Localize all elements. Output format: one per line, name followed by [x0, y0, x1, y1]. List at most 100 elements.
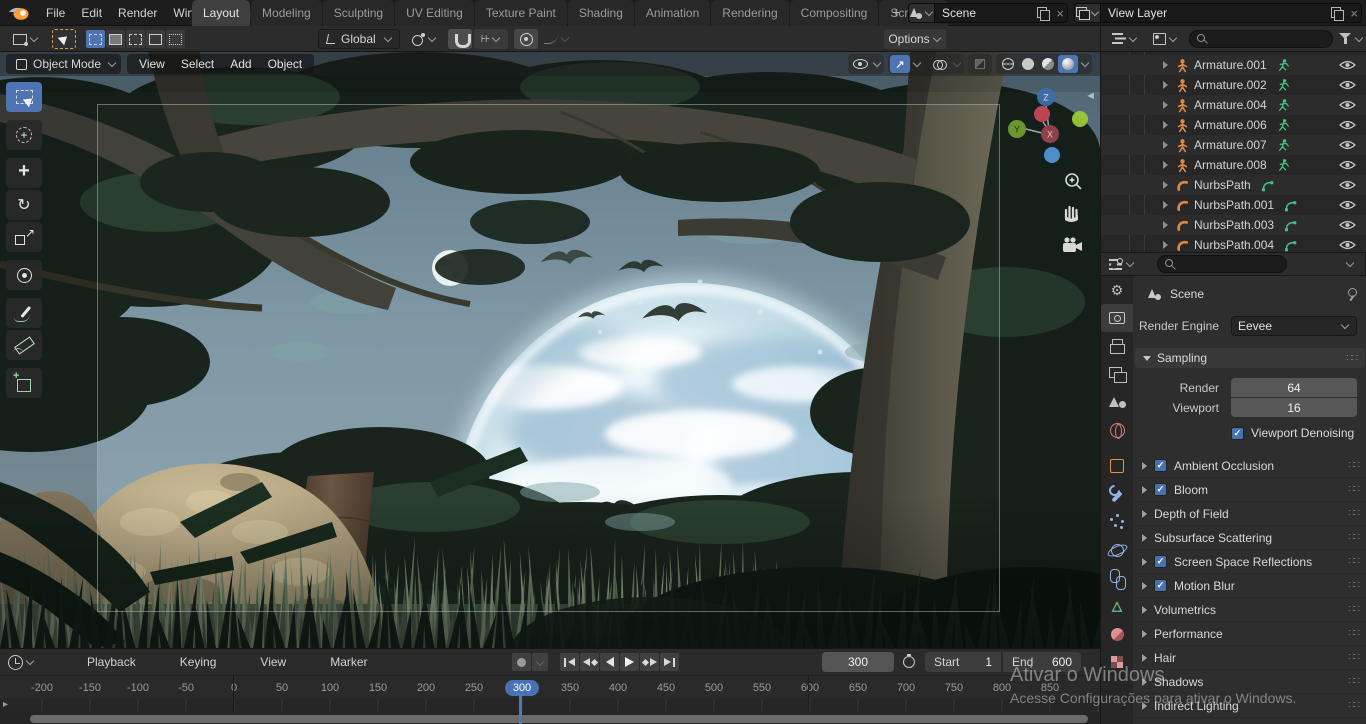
transport-button[interactable] — [600, 653, 619, 671]
ruler-tick[interactable]: -100 — [114, 682, 162, 694]
editor-type-button[interactable] — [6, 29, 46, 49]
ruler-tick[interactable]: -150 — [66, 682, 114, 694]
outliner-search[interactable] — [1189, 30, 1333, 48]
viewport-menu-item[interactable]: Add — [222, 57, 259, 71]
ruler-tick[interactable]: -50 — [162, 682, 210, 694]
expand-icon[interactable] — [1142, 702, 1147, 710]
outliner-item-name[interactable]: NurbsPath — [1194, 178, 1251, 192]
properties-tab[interactable] — [1101, 452, 1133, 480]
panel-section[interactable]: ✓ Ambient Occlusion ∷∷ — [1133, 454, 1366, 478]
tool-button[interactable] — [6, 330, 42, 360]
tool-button[interactable] — [6, 368, 42, 398]
menu-item[interactable]: Edit — [73, 0, 110, 26]
playhead[interactable] — [519, 695, 522, 724]
tool-button[interactable] — [6, 82, 42, 112]
properties-tab[interactable] — [1101, 564, 1133, 592]
expand-icon[interactable] — [1142, 678, 1147, 686]
eye-icon[interactable] — [1339, 239, 1356, 251]
shading-solid-button[interactable] — [1018, 55, 1038, 73]
curve-data-icon[interactable] — [1283, 218, 1298, 233]
workspace-tab[interactable]: Sculpting — [323, 0, 394, 26]
expand-icon[interactable] — [1163, 241, 1168, 249]
options-dropdown[interactable]: Options — [884, 29, 946, 49]
expand-icon[interactable] — [1163, 221, 1168, 229]
panel-section[interactable]: ✓ Depth of Field ∷∷ — [1133, 502, 1366, 526]
expand-icon[interactable] — [1142, 606, 1147, 614]
curve-data-icon[interactable] — [1283, 238, 1298, 253]
close-icon[interactable]: × — [1347, 7, 1361, 20]
snap-target-dropdown[interactable]: ⊦⊦ — [474, 29, 508, 49]
properties-tab[interactable] — [1101, 620, 1133, 648]
timeline-menu-item[interactable]: Marker — [330, 655, 367, 669]
outliner-item-name[interactable]: Armature.004 — [1194, 98, 1267, 112]
select-mode-lasso[interactable] — [146, 30, 165, 48]
expand-icon[interactable] — [1142, 630, 1147, 638]
panel-section[interactable]: ✓ Bloom ∷∷ — [1133, 478, 1366, 502]
properties-tab[interactable] — [1101, 332, 1133, 360]
auto-key-button[interactable] — [512, 653, 531, 671]
transform-orientation-dropdown[interactable]: Global — [318, 29, 400, 49]
snap-toggle-button[interactable] — [448, 29, 472, 49]
pose-icon[interactable] — [1276, 138, 1291, 153]
outliner-item-name[interactable]: NurbsPath.001 — [1194, 198, 1274, 212]
tool-button[interactable] — [6, 190, 42, 220]
select-mode-tweak[interactable] — [86, 30, 105, 48]
outliner-item[interactable]: Armature.001 — [1101, 55, 1366, 75]
expand-icon[interactable] — [1142, 582, 1147, 590]
workspace-tab[interactable]: Layout — [192, 0, 250, 26]
mode-dropdown[interactable]: Object Mode — [6, 54, 121, 74]
blender-logo-icon[interactable] — [8, 5, 30, 21]
proportional-falloff-dropdown[interactable] — [540, 29, 574, 49]
timeline-expand-icon[interactable]: ▸ — [3, 699, 8, 710]
expand-icon[interactable] — [1142, 462, 1147, 470]
outliner-item[interactable]: NurbsPath.003 — [1101, 215, 1366, 235]
pose-icon[interactable] — [1276, 158, 1291, 173]
properties-tab[interactable] — [1101, 536, 1133, 564]
properties-tab[interactable] — [1101, 276, 1133, 304]
eye-icon[interactable] — [1339, 99, 1356, 111]
ruler-tick[interactable]: 450 — [642, 682, 690, 694]
panel-section[interactable]: ✓ Shadows ∷∷ — [1133, 670, 1366, 694]
ruler-tick[interactable]: 650 — [834, 682, 882, 694]
properties-tab[interactable] — [1101, 592, 1133, 620]
ruler-tick[interactable]: 300 — [498, 682, 546, 694]
sidebar-collapse-icon[interactable]: ◄ — [1085, 90, 1096, 102]
zoom-icon[interactable] — [1066, 174, 1081, 189]
section-checkbox[interactable]: ✓ — [1154, 579, 1167, 592]
view-layer-name[interactable]: View Layer — [1101, 6, 1329, 20]
transport-button[interactable] — [580, 653, 599, 671]
workspace-tab[interactable]: Texture Paint — [475, 0, 567, 26]
properties-tab[interactable] — [1101, 304, 1133, 332]
proportional-edit-button[interactable] — [514, 29, 538, 49]
expand-icon[interactable] — [1163, 141, 1168, 149]
ruler-tick[interactable]: 50 — [258, 682, 306, 694]
expand-icon[interactable] — [1142, 534, 1147, 542]
outliner-display-mode-dropdown[interactable] — [1147, 29, 1183, 49]
eye-icon[interactable] — [1339, 119, 1356, 131]
transport-button[interactable] — [560, 653, 579, 671]
pose-icon[interactable] — [1276, 118, 1291, 133]
ruler-tick[interactable]: 250 — [450, 682, 498, 694]
outliner-item-name[interactable]: NurbsPath.004 — [1194, 238, 1274, 252]
outliner-item[interactable]: Armature.008 — [1101, 155, 1366, 175]
section-checkbox[interactable]: ✓ — [1154, 555, 1167, 568]
ruler-tick[interactable]: 550 — [738, 682, 786, 694]
workspace-tab[interactable]: Animation — [635, 0, 710, 26]
expand-icon[interactable] — [1142, 558, 1147, 566]
horizontal-scrollbar[interactable] — [30, 715, 1088, 723]
properties-search[interactable] — [1157, 255, 1287, 273]
ruler-tick[interactable]: 800 — [978, 682, 1026, 694]
sampling-panel-header[interactable]: Sampling ∷∷ — [1135, 348, 1365, 368]
pose-icon[interactable] — [1276, 78, 1291, 93]
expand-icon[interactable] — [1163, 81, 1168, 89]
viewport-menu-item[interactable]: Select — [173, 57, 222, 71]
outliner-item[interactable]: NurbsPath — [1101, 175, 1366, 195]
viewport-denoising-checkbox[interactable]: ✓ — [1231, 427, 1244, 440]
tool-button[interactable] — [6, 298, 42, 328]
panel-section[interactable]: ✓ Performance ∷∷ — [1133, 622, 1366, 646]
curve-data-icon[interactable] — [1260, 178, 1275, 193]
select-mode-extend[interactable] — [166, 30, 185, 48]
eye-icon[interactable] — [1339, 139, 1356, 151]
expand-icon[interactable] — [1163, 161, 1168, 169]
outliner-editor-type-button[interactable] — [1107, 29, 1143, 49]
